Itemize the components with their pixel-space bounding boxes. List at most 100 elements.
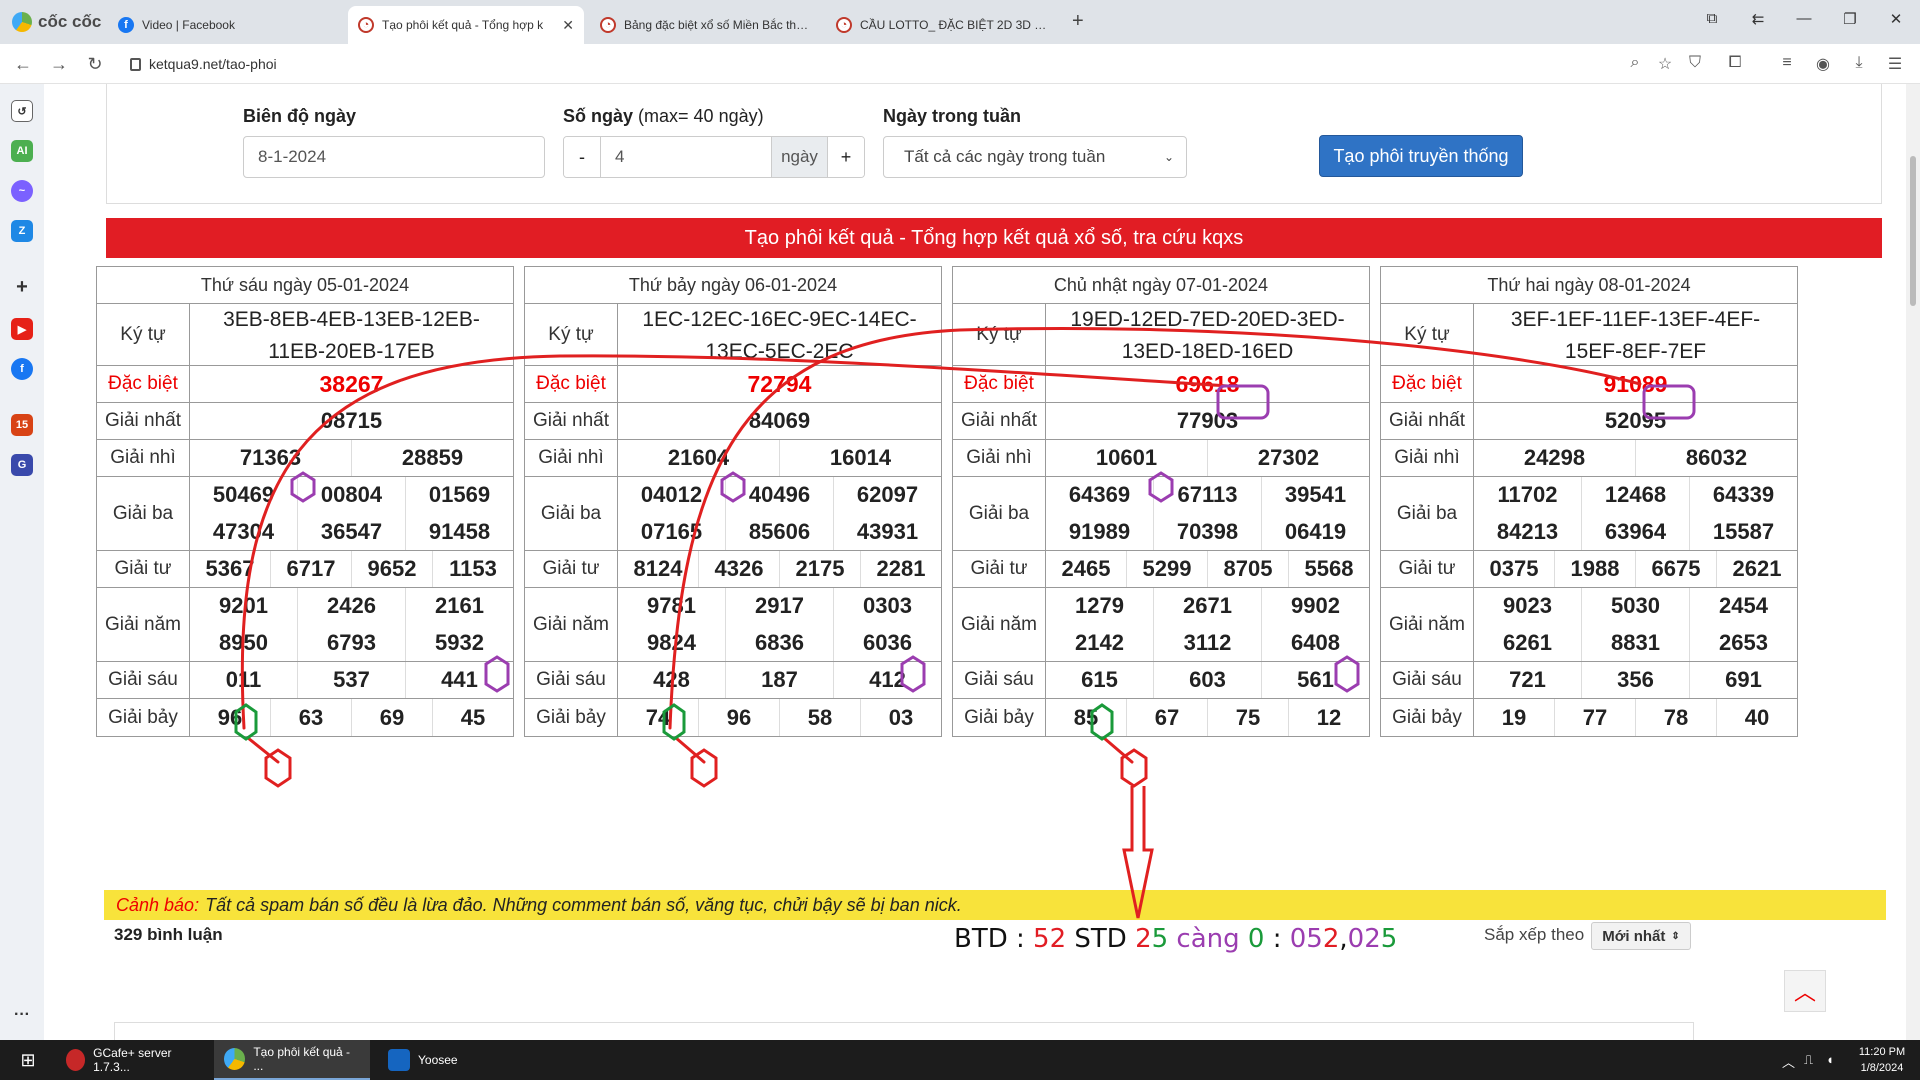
browser-logo[interactable]: cốc cốc <box>12 10 101 34</box>
zalo-icon[interactable]: Z <box>11 220 33 242</box>
prize-number: 428 <box>618 662 726 698</box>
screenshot-icon[interactable]: ⧉ <box>1702 10 1722 27</box>
game-icon[interactable]: G <box>11 454 33 476</box>
reload-icon[interactable]: ↻ <box>84 54 106 75</box>
prize-label: Giải năm <box>953 588 1046 661</box>
prize-number: 36547 <box>298 513 406 550</box>
prize-label: Giải sáu <box>953 662 1046 698</box>
calendar-icon[interactable]: 15 <box>11 414 33 436</box>
value-row: 96 63 69 45 <box>190 699 513 736</box>
sort-select[interactable]: Mới nhất ⇕ <box>1591 922 1691 950</box>
taskbar-yoosee[interactable]: Yoosee <box>378 1040 528 1080</box>
first-prize-number: 08715 <box>320 408 383 433</box>
add-panel-icon[interactable]: + <box>11 276 33 298</box>
prize-row-g6: Giải sáu 428 187 412 <box>525 662 941 699</box>
new-tab-icon[interactable]: + <box>1072 10 1084 33</box>
zoom-icon[interactable]: ⌕ <box>1624 54 1646 72</box>
minus-button[interactable]: - <box>564 137 600 177</box>
prize-values: 96 63 69 45 <box>190 699 513 736</box>
prize-label: Giải sáu <box>97 662 190 698</box>
taskbar-browser[interactable]: Tạo phôi kết quả - ... <box>214 1040 370 1080</box>
facebook-panel-icon[interactable]: f <box>11 358 33 380</box>
tray-chevron-icon[interactable]: ︿ <box>1782 1052 1795 1071</box>
prize-row-g7: Giải bảy 96 63 69 45 <box>97 699 513 736</box>
tab-tao-phoi[interactable]: ◔ Tạo phôi kết quả - Tổng hợp k ✕ <box>348 6 584 44</box>
volume-icon[interactable]: ◖ <box>1826 1052 1834 1067</box>
tab-bang-dac-biet[interactable]: ◔ Bảng đặc biệt xổ số Miền Bắc theo t <box>590 6 822 44</box>
close-window-icon[interactable]: ✕ <box>1886 10 1906 28</box>
playlist-icon[interactable]: ≡ <box>1776 54 1798 72</box>
days-stepper: - 4 ngày + <box>563 136 865 178</box>
btd-label: BTD : <box>954 924 1034 954</box>
result-board: Chủ nhật ngày 07-01-2024 Ký tự 19ED-12ED-7… <box>952 266 1370 737</box>
history-icon[interactable]: ↺ <box>11 100 33 122</box>
special-prize-number: 69618 <box>1175 370 1240 397</box>
back-history-icon[interactable]: ⇇ <box>1748 10 1768 28</box>
tab-facebook[interactable]: f Video | Facebook <box>108 6 338 44</box>
scroll-to-top-button[interactable]: ︿ <box>1784 970 1826 1012</box>
prize-number: 2175 <box>780 551 861 587</box>
prize-label: Giải bảy <box>525 699 618 736</box>
filter-form: Biên độ ngày 8-1-2024 Số ngày (max= 40 n… <box>106 84 1882 204</box>
sort-label: Sắp xếp theo <box>1484 925 1585 944</box>
download-icon[interactable]: ⤓ <box>1848 54 1870 72</box>
minimize-icon[interactable]: — <box>1794 10 1814 27</box>
restore-icon[interactable]: ❐ <box>1840 10 1860 28</box>
prize-number: 9781 <box>618 588 726 625</box>
prize-label: Giải nhì <box>1381 440 1474 476</box>
value-row: 19 77 78 40 <box>1474 699 1797 736</box>
coccoc-taskbar-icon <box>224 1048 246 1070</box>
prize-number: 9824 <box>618 624 726 661</box>
bookmark-star-icon[interactable]: ☆ <box>1654 54 1676 74</box>
network-icon[interactable]: ⎍ <box>1804 1052 1813 1068</box>
system-clock[interactable]: 11:20 PM 1/8/2024 <box>1850 1044 1914 1076</box>
tab-cau-lotto[interactable]: ◔ CẦU LOTTO_ ĐẶC BIỆT 2D 3D 4D TH <box>826 6 1062 44</box>
profile-icon[interactable]: ◉ <box>1812 54 1834 74</box>
prize-label: Đặc biệt <box>525 366 618 402</box>
range-input[interactable]: 8-1-2024 <box>243 136 545 178</box>
weekday-select[interactable]: Tất cả các ngày trong tuần ⌄ <box>883 136 1187 178</box>
value-row: 19ED-12ED-7ED-20ED-3ED- 13ED-18ED-16ED <box>1046 304 1369 368</box>
ai-assistant-icon[interactable]: AI <box>11 140 33 162</box>
prize-number: 3112 <box>1154 624 1262 661</box>
prize-label: Giải nhì <box>97 440 190 476</box>
more-icon[interactable]: ··· <box>11 1004 33 1026</box>
separator: : <box>1264 924 1290 954</box>
value-row: 72794 <box>618 366 941 402</box>
forward-icon[interactable]: → <box>48 54 70 75</box>
prize-row-g5: Giải năm 9023 5030 2454 6261 8831 2653 <box>1381 588 1797 662</box>
prize-number: 19 <box>1474 699 1555 736</box>
messenger-icon[interactable]: ~ <box>11 180 33 202</box>
close-tab-icon[interactable]: ✕ <box>562 17 574 34</box>
back-icon[interactable]: ← <box>12 54 34 75</box>
value-row: 71363 28859 <box>190 440 513 476</box>
menu-icon[interactable]: ☰ <box>1884 54 1906 74</box>
value-row: 10601 27302 <box>1046 440 1369 476</box>
extensions-icon[interactable]: ⧠ <box>1724 54 1746 72</box>
windows-start-icon[interactable]: ⊞ <box>0 1040 56 1080</box>
prize-number: 62097 <box>856 482 919 508</box>
chevron-down-icon: ⌄ <box>1163 150 1174 164</box>
prize-number: 1279 <box>1046 588 1154 625</box>
codes-line: 3EB-8EB-4EB-13EB-12EB- <box>223 308 480 331</box>
scrollbar-thumb[interactable] <box>1910 156 1916 306</box>
prize-number: 75 <box>1208 699 1289 736</box>
warning-prefix: Cảnh báo: <box>116 894 200 915</box>
comment-box[interactable] <box>114 1022 1694 1040</box>
days-input[interactable]: 4 <box>600 137 772 177</box>
page-scrollbar[interactable] <box>1906 84 1920 1040</box>
prize-row-kytu: Ký tự 3EB-8EB-4EB-13EB-12EB- 11EB-20EB-17E… <box>97 304 513 366</box>
taskbar-gcafe[interactable]: GCafe+ server 1.7.3... <box>56 1040 206 1080</box>
cang-value: 0 <box>1247 924 1265 954</box>
prize-label: Ký tự <box>953 304 1046 365</box>
value-row: 1EC-12EC-16EC-9EC-14EC- 13EC-5EC-2EC <box>618 304 941 368</box>
value-row: 91989 70398 06419 <box>1046 513 1369 550</box>
create-board-button[interactable]: Tạo phôi truyền thống <box>1319 135 1523 177</box>
youtube-icon[interactable]: ▶ <box>11 318 33 340</box>
prize-number: 84213 <box>1474 513 1582 550</box>
url-field[interactable]: ketqua9.net/tao-phoi <box>130 52 277 76</box>
plus-button[interactable]: + <box>828 137 864 177</box>
shield-icon[interactable]: ⛉ <box>1684 54 1706 72</box>
prize-number: 8950 <box>190 624 298 661</box>
std-value-digit1: 2 <box>1135 924 1152 954</box>
